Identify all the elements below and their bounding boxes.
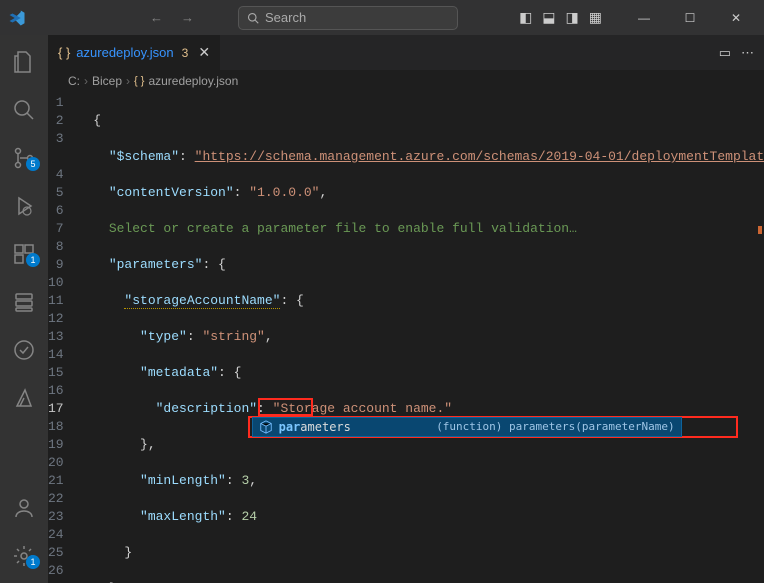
window-minimize-button[interactable]: ― [624, 11, 664, 25]
minimap-marker [758, 226, 762, 234]
line-number: 6 [48, 202, 64, 220]
line-number: 17 [48, 400, 64, 418]
layout-grid-icon[interactable]: ▦ [587, 7, 604, 28]
search-activity-icon[interactable] [0, 93, 48, 127]
settings-icon[interactable]: 1 [0, 539, 48, 573]
source-control-icon[interactable]: 5 [0, 141, 48, 175]
run-debug-icon[interactable] [0, 189, 48, 223]
line-number [48, 148, 64, 166]
line-number: 13 [48, 328, 64, 346]
explorer-icon[interactable] [0, 45, 48, 79]
line-number: 20 [48, 454, 64, 472]
tab-close-button[interactable]: ✕ [198, 44, 210, 61]
line-number: 16 [48, 382, 64, 400]
line-number: 22 [48, 490, 64, 508]
line-number: 10 [48, 274, 64, 292]
command-search-input[interactable]: Search [238, 6, 458, 30]
breadcrumb-part: azuredeploy.json [148, 74, 238, 88]
testing-icon[interactable] [0, 333, 48, 367]
intellisense-match: par [279, 418, 301, 436]
search-placeholder: Search [265, 10, 306, 25]
line-number: 19 [48, 436, 64, 454]
nav-back-button[interactable]: ← [144, 8, 169, 27]
breadcrumb[interactable]: C: › Bicep › { } azuredeploy.json [48, 70, 764, 92]
database-icon[interactable] [0, 285, 48, 319]
breadcrumb-part: Bicep [92, 74, 122, 88]
line-number: 14 [48, 346, 64, 364]
window-maximize-button[interactable]: ☐ [670, 11, 710, 25]
nav-forward-button[interactable]: → [175, 8, 200, 27]
account-icon[interactable] [0, 491, 48, 525]
toggle-panel-left-icon[interactable]: ◧ [517, 7, 534, 28]
line-number: 11 [48, 292, 64, 310]
breadcrumb-part: C: [68, 74, 80, 88]
source-control-badge: 5 [26, 157, 40, 171]
search-icon [247, 12, 259, 24]
intellisense-popup[interactable]: parameters (function) parameters(paramet… [252, 417, 682, 437]
line-number: 15 [48, 364, 64, 382]
line-number: 8 [48, 238, 64, 256]
extensions-icon[interactable]: 1 [0, 237, 48, 271]
split-editor-icon[interactable]: ▭ [719, 45, 731, 61]
intellisense-rest: ameters [300, 418, 351, 436]
method-icon [259, 420, 273, 434]
line-number: 4 [48, 166, 64, 184]
line-number: 3 [48, 130, 64, 148]
line-number: 26 [48, 562, 64, 580]
editor-tab[interactable]: { } azuredeploy.json 3 ✕ [48, 35, 221, 70]
intellisense-hint: (function) parameters(parameterName) [436, 418, 674, 436]
line-number: 2 [48, 112, 64, 130]
tab-filename: azuredeploy.json [76, 45, 173, 60]
line-number: 25 [48, 544, 64, 562]
settings-badge: 1 [26, 555, 40, 569]
toggle-panel-bottom-icon[interactable]: ⬓ [540, 7, 557, 28]
line-number: 12 [48, 310, 64, 328]
line-number: 5 [48, 184, 64, 202]
code-editor[interactable]: 1234567891011121314151617181920212223242… [48, 92, 764, 583]
line-number: 18 [48, 418, 64, 436]
more-actions-icon[interactable]: ⋯ [741, 45, 754, 61]
line-number: 7 [48, 220, 64, 238]
line-number: 21 [48, 472, 64, 490]
json-file-icon: { } [134, 75, 144, 87]
chevron-right-icon: › [84, 74, 88, 88]
line-number: 1 [48, 94, 64, 112]
line-number: 23 [48, 508, 64, 526]
extensions-badge: 1 [26, 253, 40, 267]
chevron-right-icon: › [126, 74, 130, 88]
tab-modified-badge: 3 [182, 46, 189, 60]
vscode-logo-icon [8, 9, 26, 27]
line-number: 24 [48, 526, 64, 544]
azure-icon[interactable] [0, 381, 48, 415]
json-file-icon: { } [58, 45, 70, 60]
window-close-button[interactable]: ✕ [716, 11, 756, 25]
line-number: 9 [48, 256, 64, 274]
toggle-panel-right-icon[interactable]: ◨ [564, 7, 581, 28]
